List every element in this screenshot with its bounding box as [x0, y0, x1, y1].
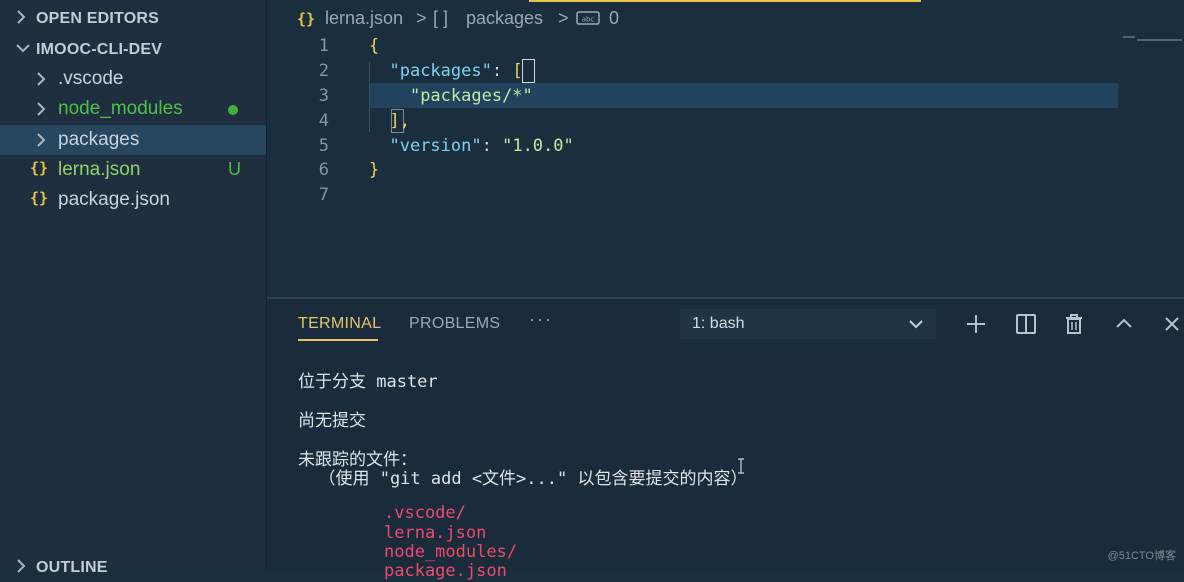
text-cursor-icon: [737, 458, 744, 474]
git-status-dot: [228, 105, 238, 115]
code-token: :: [491, 61, 513, 81]
line-number: 2: [318, 61, 329, 81]
watermark: @51CTO博客: [1107, 550, 1176, 562]
tree-item-label: .vscode: [58, 68, 124, 89]
breadcrumb-separator: >: [558, 8, 569, 28]
trash-icon[interactable]: [1062, 312, 1086, 336]
bracket-match-box: [522, 59, 535, 83]
json-file-icon: {}: [297, 10, 316, 28]
project-header[interactable]: IMOOC-CLI-DEV: [0, 34, 266, 64]
svg-text:abc: abc: [582, 16, 595, 24]
project-label: IMOOC-CLI-DEV: [36, 41, 163, 58]
tree-item-package-json[interactable]: {} package.json: [0, 185, 266, 215]
line-number: 7: [318, 185, 329, 205]
tab-problems[interactable]: PROBLEMS: [409, 315, 500, 333]
tab-terminal[interactable]: TERMINAL: [298, 315, 381, 333]
code-line[interactable]: ],: [369, 111, 410, 131]
tree-item-label: packages: [58, 129, 140, 150]
breadcrumb: {} lerna.json > [ ] packages > abc 0: [267, 0, 1184, 36]
tree-item-label: lerna.json: [58, 159, 141, 180]
explorer-sidebar: OPEN EDITORS IMOOC-CLI-DEV .vscode node_…: [0, 0, 267, 576]
code-token: }: [369, 160, 380, 180]
code-token: "version": [389, 136, 482, 156]
code-line[interactable]: "packages": [: [369, 61, 523, 81]
close-panel-icon[interactable]: [1160, 312, 1184, 336]
string-icon: abc: [576, 10, 600, 31]
untracked-file: node_modules/: [384, 542, 518, 562]
breadcrumb-index[interactable]: 0: [609, 8, 619, 29]
code-line[interactable]: "version": "1.0.0": [369, 136, 574, 156]
code-token: "packages": [389, 61, 492, 81]
active-tab-indicator: [298, 339, 378, 341]
bottom-panel: TERMINAL PROBLEMS ··· 1: bash 位于分支 maste…: [267, 297, 1184, 581]
chevron-right-icon: [34, 131, 48, 155]
open-editors-label: OPEN EDITORS: [36, 10, 160, 27]
breadcrumb-file[interactable]: lerna.json: [325, 8, 403, 29]
open-editors-header[interactable]: OPEN EDITORS: [0, 3, 266, 33]
json-file-icon: {}: [30, 159, 49, 177]
untracked-file: package.json: [384, 561, 507, 581]
array-icon: [ ]: [433, 8, 449, 28]
line-number: 1: [318, 36, 329, 56]
more-actions-icon[interactable]: ···: [529, 309, 553, 330]
code-token: [: [512, 61, 523, 81]
untracked-file: lerna.json: [384, 523, 487, 543]
code-line[interactable]: }: [369, 160, 379, 180]
chevron-down-icon: [908, 316, 924, 336]
tree-item-vscode[interactable]: .vscode: [0, 64, 266, 94]
json-file-icon: {}: [30, 189, 49, 207]
terminal-select[interactable]: 1: bash: [680, 309, 936, 339]
terminal-line: 位于分支 master: [298, 372, 438, 392]
code-line[interactable]: {: [369, 36, 379, 56]
line-number: 6: [318, 160, 329, 180]
minimap[interactable]: [1117, 36, 1184, 42]
line-number: 4: [318, 111, 329, 131]
code-token: "1.0.0": [502, 136, 574, 156]
chevron-right-icon: [14, 8, 28, 31]
code-line[interactable]: "packages/*": [369, 86, 533, 106]
code-token: ],: [389, 111, 410, 131]
tree-item-node-modules[interactable]: node_modules: [0, 94, 266, 124]
outline-header[interactable]: OUTLINE: [0, 552, 266, 582]
terminal-line: （使用 "git add <文件>..." 以包含要提交的内容）: [298, 469, 748, 489]
terminal-select-value: 1: bash: [692, 315, 745, 332]
chevron-right-icon: [34, 100, 48, 124]
git-untracked-badge: U: [228, 159, 241, 179]
line-number: 3: [318, 86, 329, 106]
line-number: 5: [318, 136, 329, 156]
breadcrumb-separator: >: [416, 8, 427, 28]
tree-item-label: package.json: [58, 189, 170, 210]
code-editor[interactable]: {} lerna.json > [ ] packages > abc 0 1 2…: [267, 0, 1184, 297]
code-token: "packages/*": [409, 86, 533, 106]
chevron-down-icon: [14, 39, 32, 62]
code-token: :: [481, 136, 503, 156]
untracked-file: .vscode/: [384, 503, 466, 523]
maximize-panel-icon[interactable]: [1112, 312, 1136, 336]
tree-item-packages[interactable]: packages: [0, 125, 266, 155]
new-terminal-icon[interactable]: [964, 312, 988, 336]
tree-item-lerna-json[interactable]: {} lerna.json U: [0, 155, 266, 185]
chevron-right-icon: [34, 70, 48, 94]
breadcrumb-key[interactable]: packages: [466, 8, 543, 29]
code-token: {: [369, 36, 380, 56]
tree-item-label: node_modules: [58, 98, 183, 119]
terminal-line: 尚无提交: [298, 411, 366, 431]
outline-label: OUTLINE: [36, 559, 108, 576]
split-terminal-icon[interactable]: [1014, 312, 1038, 336]
